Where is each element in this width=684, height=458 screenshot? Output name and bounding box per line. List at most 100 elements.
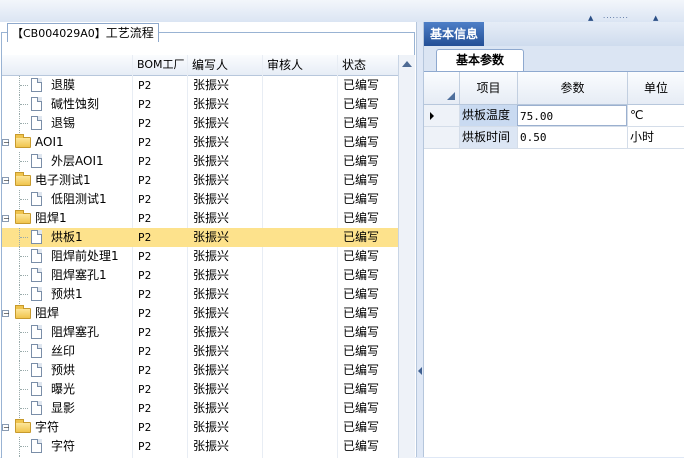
process-flow-tab[interactable]: 【CB004029A0】工艺流程 [7, 23, 159, 42]
param-unit: 小时 [627, 127, 684, 148]
tree-step-row[interactable]: 预烘 P2 张振兴 已编写 [2, 361, 398, 380]
status-cell: 已编写 [343, 268, 380, 282]
collapse-up-icon[interactable]: ▲ [588, 14, 594, 22]
tree-cell: 显影 [2, 399, 132, 418]
tree-label: 电子测试1 [35, 173, 91, 187]
status-cell: 已编写 [343, 287, 380, 301]
select-all-corner-icon[interactable] [424, 72, 459, 104]
process-flow-title: 工艺流程 [105, 26, 154, 40]
tree-label: 退膜 [51, 78, 76, 92]
tree-step-row[interactable]: 预烘1 P2 张振兴 已编写 [2, 285, 398, 304]
tree-label: 阻焊前处理1 [51, 249, 119, 263]
tree-step-row[interactable]: 低阻测试1 P2 张振兴 已编写 [2, 190, 398, 209]
tree-cell: 碱性蚀刻 [2, 95, 132, 114]
author-cell: 张振兴 [193, 192, 230, 206]
folder-icon [15, 305, 31, 319]
tree-step-row[interactable]: 外层AOI1 P2 张振兴 已编写 [2, 152, 398, 171]
col-author[interactable]: 编写人 [187, 55, 262, 75]
tree-folder-row[interactable]: − 电子测试1 P2 张振兴 已编写 [2, 171, 398, 190]
col-item[interactable]: 项目 [459, 72, 517, 104]
tree-label: 预烘 [51, 363, 76, 377]
tree-cell: 预烘1 [2, 285, 132, 304]
tree-step-row[interactable]: 阻焊塞孔1 P2 张振兴 已编写 [2, 266, 398, 285]
tree-step-row[interactable]: 烘板1 P2 张振兴 已编写 [2, 228, 398, 247]
folder-icon [15, 419, 31, 433]
status-cell: 已编写 [343, 154, 380, 168]
author-cell: 张振兴 [193, 173, 230, 187]
status-cell: 已编写 [343, 344, 380, 358]
col-reviewer[interactable]: 审核人 [262, 55, 337, 75]
tree-cell: 低阻测试1 [2, 190, 132, 209]
tree-label: 阻焊 [35, 306, 60, 320]
collapse-up-icon-2[interactable]: ▲ [653, 14, 659, 22]
tree-step-row[interactable]: 字符 P2 张振兴 已编写 [2, 437, 398, 456]
scroll-up-icon[interactable] [402, 61, 412, 67]
col-status[interactable]: 状态 [337, 55, 398, 75]
tree-step-row[interactable]: 碱性蚀刻 P2 张振兴 已编写 [2, 95, 398, 114]
bom-factory-cell: P2 [138, 383, 152, 396]
tree-label: 阻焊塞孔 [51, 325, 100, 339]
bom-factory-cell: P2 [138, 136, 152, 149]
collapse-left-icon[interactable] [418, 367, 422, 375]
param-row[interactable]: 烘板时间 0.50 小时 [424, 127, 684, 149]
tab-basic-params[interactable]: 基本参数 [436, 49, 524, 71]
vertical-scrollbar[interactable] [398, 55, 415, 458]
tree-folder-row[interactable]: − 阻焊1 P2 张振兴 已编写 [2, 209, 398, 228]
tree-label: 曝光 [51, 382, 76, 396]
tree-cell: − 字符 [2, 418, 132, 437]
tree-cell: 预烘 [2, 361, 132, 380]
bom-factory-cell: P2 [138, 250, 152, 263]
collapse-icon[interactable]: − [2, 177, 10, 185]
col-param[interactable]: 参数 [517, 72, 627, 104]
collapse-icon[interactable]: − [2, 139, 10, 147]
tree-label: 碱性蚀刻 [51, 97, 100, 111]
status-cell: 已编写 [343, 325, 380, 339]
status-cell: 已编写 [343, 382, 380, 396]
tree-folder-row[interactable]: − 阻焊 P2 张振兴 已编写 [2, 304, 398, 323]
collapse-icon[interactable]: − [2, 215, 10, 223]
document-icon [31, 116, 42, 130]
status-cell: 已编写 [343, 116, 380, 130]
tab-basic-info[interactable]: 基本信息 [424, 22, 485, 46]
panel-splitter[interactable] [416, 22, 424, 457]
bom-factory-cell: P2 [138, 155, 152, 168]
param-row[interactable]: 烘板温度 75.00 ℃ [424, 105, 684, 127]
author-cell: 张振兴 [193, 268, 230, 282]
col-unit[interactable]: 单位 [627, 72, 684, 104]
tree-step-row[interactable]: 退膜 P2 张振兴 已编写 [2, 76, 398, 95]
collapse-icon[interactable]: − [2, 310, 10, 318]
param-value[interactable]: 0.50 [517, 127, 627, 148]
tree-step-row[interactable]: 丝印 P2 张振兴 已编写 [2, 342, 398, 361]
document-icon [31, 439, 42, 453]
splitter-grip-icon[interactable]: ········ [603, 14, 629, 22]
bom-factory-cell: P2 [138, 117, 152, 130]
row-header[interactable] [424, 127, 460, 148]
tree-step-row[interactable]: 阻焊前处理1 P2 张振兴 已编写 [2, 247, 398, 266]
document-icon [31, 154, 42, 168]
row-header[interactable] [424, 105, 460, 126]
author-cell: 张振兴 [193, 382, 230, 396]
document-icon [31, 344, 42, 358]
collapse-icon[interactable]: − [2, 424, 10, 432]
grid-header: BOM工厂 编写人 审核人 状态 [2, 55, 398, 76]
tree-step-row[interactable]: 退锡 P2 张振兴 已编写 [2, 114, 398, 133]
tree-folder-row[interactable]: − 字符 P2 张振兴 已编写 [2, 418, 398, 437]
tree-step-row[interactable]: 显影 P2 张振兴 已编写 [2, 399, 398, 418]
tree-label: AOI1 [35, 135, 64, 149]
tree-label: 烘板1 [51, 230, 83, 244]
status-cell: 已编写 [343, 97, 380, 111]
col-bom-factory[interactable]: BOM工厂 [132, 55, 187, 75]
tree-label: 阻焊塞孔1 [51, 268, 107, 282]
tree-label: 退锡 [51, 116, 76, 130]
folder-icon [15, 210, 31, 224]
author-cell: 张振兴 [193, 154, 230, 168]
tree-step-row[interactable]: 曝光 P2 张振兴 已编写 [2, 380, 398, 399]
author-cell: 张振兴 [193, 211, 230, 225]
tree-folder-row[interactable]: − AOI1 P2 张振兴 已编写 [2, 133, 398, 152]
tree-cell: − 电子测试1 [2, 171, 132, 190]
param-value-input[interactable]: 75.00 [517, 105, 627, 126]
tree-step-row[interactable]: 阻焊塞孔 P2 张振兴 已编写 [2, 323, 398, 342]
param-tabstrip: 基本参数 [424, 46, 684, 72]
status-cell: 已编写 [343, 192, 380, 206]
tree-cell: − 阻焊 [2, 304, 132, 323]
